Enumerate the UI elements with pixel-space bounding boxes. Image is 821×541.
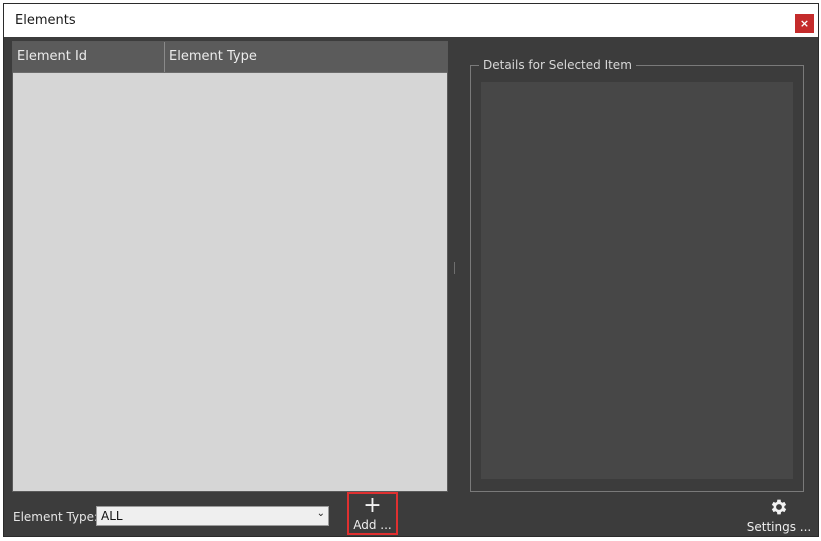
settings-button[interactable]: Settings ...: [744, 496, 814, 536]
column-header-element-type[interactable]: Element Type: [165, 42, 447, 72]
title-bar: Elements ×: [4, 4, 818, 37]
element-type-selected-value: ALL: [101, 509, 123, 523]
column-header-element-id[interactable]: Element Id: [13, 42, 165, 72]
details-title: Details for Selected Item: [479, 58, 636, 73]
elements-list[interactable]: Element Id Element Type: [12, 41, 448, 492]
settings-button-label: Settings ...: [746, 520, 812, 534]
plus-icon: +: [363, 493, 382, 518]
gear-icon: [771, 499, 787, 515]
elements-window: Elements × Element Id Element Type Detai…: [3, 3, 819, 537]
close-icon: ×: [799, 17, 810, 30]
details-content: [481, 82, 793, 479]
details-panel: Details for Selected Item: [470, 58, 804, 492]
window-title: Elements: [15, 13, 76, 28]
element-type-dropdown[interactable]: ALL ⌄: [96, 506, 329, 526]
list-header: Element Id Element Type: [13, 42, 447, 73]
add-button[interactable]: + Add ...: [347, 492, 398, 535]
splitter-handle[interactable]: [454, 262, 457, 274]
close-button[interactable]: ×: [795, 14, 814, 33]
chevron-down-icon: ⌄: [316, 508, 325, 519]
add-button-label: Add ...: [353, 518, 392, 532]
element-type-label: Element Type:: [13, 510, 99, 524]
